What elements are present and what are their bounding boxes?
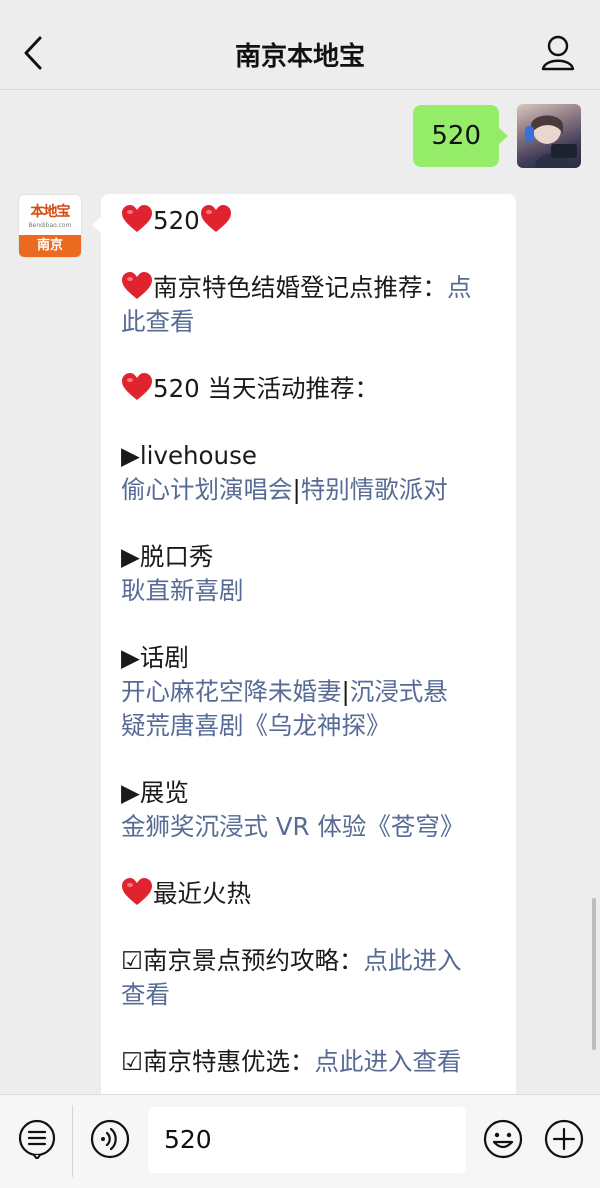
message-line-item3: 最近火热 bbox=[121, 877, 496, 911]
item4-link[interactable]: 点此进入 bbox=[363, 946, 461, 975]
message-line-item1-cont: 此查看 bbox=[121, 305, 496, 339]
heart-icon bbox=[122, 373, 152, 400]
scrollbar[interactable] bbox=[592, 898, 596, 1050]
link-immersive-drama[interactable]: 沉浸式悬 bbox=[350, 677, 448, 706]
logo-text: 本地宝 bbox=[30, 204, 71, 220]
section-exhibition-title: ▶展览 bbox=[121, 778, 189, 807]
link-vr-experience[interactable]: 金狮奖沉浸式 VR 体验《苍穹》 bbox=[121, 812, 464, 841]
item3-text: 最近火热 bbox=[153, 879, 251, 908]
heart-icon bbox=[122, 272, 152, 299]
section-livehouse-links: 偷心计划演唱会|特别情歌派对 bbox=[121, 473, 496, 507]
chat-input-bar: 520 bbox=[0, 1094, 600, 1188]
input-bar-divider bbox=[72, 1105, 73, 1177]
link-love-song-party[interactable]: 特别情歌派对 bbox=[301, 475, 448, 504]
link-separator: | bbox=[292, 475, 301, 504]
message-line-item1: 南京特色结婚登记点推荐：点 bbox=[121, 271, 496, 305]
voice-icon[interactable] bbox=[90, 1119, 130, 1159]
heart-icon bbox=[122, 878, 152, 905]
logo-city-band: 南京 bbox=[19, 235, 81, 257]
message-input[interactable]: 520 bbox=[148, 1107, 466, 1173]
link-immersive-drama-cont[interactable]: 疑荒唐喜剧《乌龙神探》 bbox=[121, 711, 391, 740]
section-livehouse-title: ▶livehouse bbox=[121, 441, 257, 470]
chat-title: 南京本地宝 bbox=[234, 42, 365, 72]
heading-text: 520 bbox=[153, 206, 200, 235]
message-line-item5: ☑南京特惠优选：点此进入查看 bbox=[121, 1045, 496, 1079]
link-concert[interactable]: 偷心计划演唱会 bbox=[121, 475, 293, 504]
section-drama-links-cont: 疑荒唐喜剧《乌龙神探》 bbox=[121, 709, 496, 743]
section-exhibition-links: 金狮奖沉浸式 VR 体验《苍穹》 bbox=[121, 810, 496, 844]
heart-icon bbox=[122, 205, 152, 232]
item5-text: ☑南京特惠优选： bbox=[121, 1047, 315, 1076]
message-line-item2: 520 当天活动推荐： bbox=[121, 372, 496, 406]
item4-text: ☑南京景点预约攻略： bbox=[121, 946, 364, 975]
item4-link-cont[interactable]: 查看 bbox=[121, 980, 170, 1009]
section-standup-title: ▶脱口秀 bbox=[121, 542, 214, 571]
logo-subtext: Bendibao.com bbox=[28, 222, 72, 229]
section-standup-links: 耿直新喜剧 bbox=[121, 574, 496, 608]
user-avatar[interactable] bbox=[517, 104, 581, 168]
incoming-message-bubble: 520 南京特色结婚登记点推荐：点 此查看 520 当天活动推荐： ▶liveh… bbox=[92, 194, 516, 1188]
link-standup-comedy[interactable]: 耿直新喜剧 bbox=[121, 576, 244, 605]
outgoing-message-text: 520 bbox=[431, 121, 481, 151]
menu-list-icon[interactable] bbox=[17, 1119, 57, 1159]
link-mahua-drama[interactable]: 开心麻花空降未婚妻 bbox=[121, 677, 342, 706]
item1-link-cont[interactable]: 此查看 bbox=[121, 307, 195, 336]
user-avatar-image bbox=[525, 115, 577, 168]
outgoing-message-bubble[interactable]: 520 bbox=[413, 105, 508, 167]
section-drama-title: ▶话剧 bbox=[121, 643, 189, 672]
smiley-icon[interactable] bbox=[483, 1119, 523, 1159]
item1-text: 南京特色结婚登记点推荐： bbox=[153, 273, 447, 302]
person-icon[interactable] bbox=[540, 34, 576, 72]
section-drama-links: 开心麻花空降未婚妻|沉浸式悬 bbox=[121, 675, 496, 709]
item1-link[interactable]: 点 bbox=[447, 273, 472, 302]
plus-circle-icon[interactable] bbox=[544, 1119, 584, 1159]
message-line-item4-cont: 查看 bbox=[121, 978, 496, 1012]
heart-icon bbox=[200, 205, 231, 232]
item5-link[interactable]: 点此进入查看 bbox=[314, 1047, 461, 1076]
message-line-heading: 520 bbox=[121, 204, 496, 238]
item2-text: 520 当天活动推荐： bbox=[153, 374, 380, 403]
link-separator: | bbox=[341, 677, 350, 706]
chat-header: 南京本地宝 bbox=[0, 0, 600, 90]
message-line-item4: ☑南京景点预约攻略：点此进入 bbox=[121, 944, 496, 978]
official-account-avatar[interactable]: 本地宝 Bendibao.com 南京 bbox=[18, 194, 82, 258]
